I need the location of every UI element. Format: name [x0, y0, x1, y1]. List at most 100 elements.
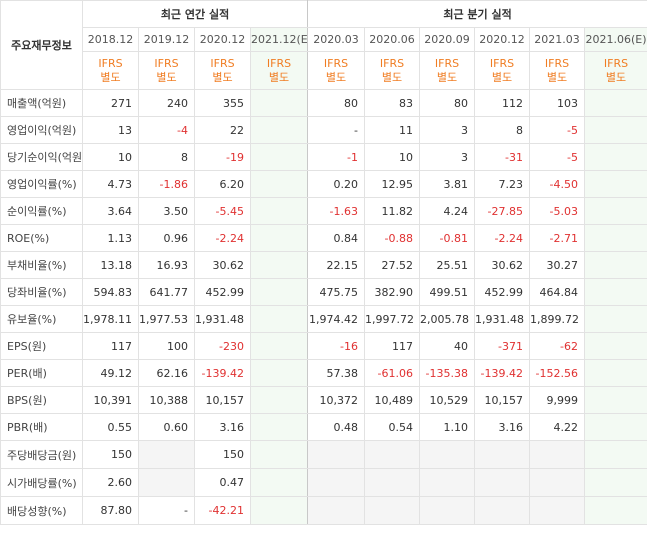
table-cell — [584, 440, 647, 469]
table-cell: 2,005.78 — [419, 305, 476, 333]
table-cell: 4.22 — [529, 413, 586, 441]
row-label: EPS(원) — [0, 332, 83, 360]
table-cell: 1,997.72 — [364, 305, 421, 333]
row-label: 당기순이익(억원) — [0, 143, 83, 171]
row-label: 유보율(%) — [0, 305, 83, 333]
table-cell: -0.81 — [419, 224, 476, 252]
financial-rows: 매출액(억원) 271 240 355 80 83 80 112 103 영업이익(억원) 13 -4… — [0, 89, 647, 525]
table-cell: -2.24 — [194, 224, 251, 252]
ifrs-badge: IFRS 별도 — [584, 51, 647, 90]
table-cell — [249, 332, 309, 360]
table-cell: 4.73 — [82, 170, 139, 198]
table-cell: 0.96 — [138, 224, 195, 252]
ifrs-badge: IFRS 별도 — [419, 51, 476, 90]
table-row: 순이익률(%) 3.64 3.50 -5.45 -1.63 11.82 4.24 -27.85… — [0, 197, 647, 225]
table-cell — [249, 251, 309, 279]
table-cell: 25.51 — [419, 251, 476, 279]
table-row: ROE(%) 1.13 0.96 -2.24 0.84 -0.88 -0.81 -2.24 -2… — [0, 224, 647, 252]
table-cell — [249, 496, 309, 525]
row-label: BPS(원) — [0, 386, 83, 414]
period-label: 2021.06(E) — [584, 27, 647, 52]
table-cell: 1.10 — [419, 413, 476, 441]
row-label: PBR(배) — [0, 413, 83, 441]
row-label: PER(배) — [0, 359, 83, 387]
table-cell — [249, 224, 309, 252]
table-cell — [249, 440, 309, 469]
table-cell — [249, 386, 309, 414]
table-cell: -139.42 — [474, 359, 531, 387]
ifrs-badge: IFRS 별도 — [194, 51, 251, 90]
table-cell: -16 — [307, 332, 366, 360]
table-cell: 11 — [364, 116, 421, 144]
table-cell — [419, 440, 476, 469]
table-row: 부채비율(%) 13.18 16.93 30.62 22.15 27.52 25.51 30.… — [0, 251, 647, 279]
table-cell: 117 — [82, 332, 139, 360]
table-cell: 16.93 — [138, 251, 195, 279]
table-cell: 1.13 — [82, 224, 139, 252]
table-cell — [584, 496, 647, 525]
table-row: PER(배) 49.12 62.16 -139.42 57.38 -61.06 -135.3… — [0, 359, 647, 387]
table-cell — [138, 468, 195, 497]
table-cell: 10,529 — [419, 386, 476, 414]
table-cell: 10 — [82, 143, 139, 171]
table-row: BPS(원) 10,391 10,388 10,157 10,372 10,489 10,5… — [0, 386, 647, 414]
table-cell — [584, 251, 647, 279]
table-cell: 150 — [82, 440, 139, 469]
table-cell: -5 — [529, 143, 586, 171]
table-row: 배당성향(%) 87.80- -42.21 — [0, 496, 647, 525]
table-cell: -152.56 — [529, 359, 586, 387]
table-cell — [584, 468, 647, 497]
table-row: EPS(원) 117 100 -230 -16 117 40 -371 -62 — [0, 332, 647, 360]
table-cell: 464.84 — [529, 278, 586, 306]
table-cell: -0.88 — [364, 224, 421, 252]
table-cell — [584, 224, 647, 252]
table-cell: -1.63 — [307, 197, 366, 225]
table-cell: 1,977.53 — [138, 305, 195, 333]
table-cell: 30.62 — [474, 251, 531, 279]
table-row: 영업이익률(%) 4.73 -1.86 6.20 0.20 12.95 3.81 7.23 -4… — [0, 170, 647, 198]
table-cell: -2.24 — [474, 224, 531, 252]
table-cell — [584, 143, 647, 171]
table-cell — [584, 116, 647, 144]
table-cell: 80 — [419, 89, 476, 117]
table-cell: 1,899.72 — [529, 305, 586, 333]
table-cell: 13 — [82, 116, 139, 144]
table-cell: 499.51 — [419, 278, 476, 306]
table-cell — [138, 440, 195, 469]
table-cell: 4.24 — [419, 197, 476, 225]
table-cell — [249, 197, 309, 225]
table-cell: -5.45 — [194, 197, 251, 225]
ifrs-badge: IFRS 별도 — [529, 51, 586, 90]
row-label: 부채비율(%) — [0, 251, 83, 279]
table-cell: -139.42 — [194, 359, 251, 387]
ifrs-badge: IFRS 별도 — [364, 51, 421, 90]
period-label: 2021.12(E) — [249, 27, 309, 52]
row-label: 매출액(억원) — [0, 89, 83, 117]
table-cell — [249, 143, 309, 171]
table-cell — [584, 89, 647, 117]
table-cell: 3.50 — [138, 197, 195, 225]
table-cell: -230 — [194, 332, 251, 360]
period-label: 2020.12 — [474, 27, 531, 52]
table-cell — [584, 386, 647, 414]
table-cell: 475.75 — [307, 278, 366, 306]
period-label: 2019.12 — [138, 27, 195, 52]
financial-summary-table: 주요재무정보 최근 연간 실적 최근 분기 실적 2018.12 2019.12 2… — [0, 0, 647, 525]
table-cell: 0.55 — [82, 413, 139, 441]
table-cell — [364, 440, 421, 469]
row-label: 배당성향(%) — [0, 496, 83, 525]
table-cell: 30.27 — [529, 251, 586, 279]
table-cell: -31 — [474, 143, 531, 171]
ifrs-header-row: IFRS 별도 IFRS 별도 IFRS 별도 IFRS 별도 IFRS 별도 IFRS 별도 IFRS… — [1, 51, 647, 90]
table-row: 영업이익(억원) 13 -4 22 -11 3 8 -5 — [0, 116, 647, 144]
table-cell — [529, 496, 586, 525]
table-cell: -135.38 — [419, 359, 476, 387]
table-cell: - — [307, 116, 366, 144]
table-cell — [584, 332, 647, 360]
table-cell — [419, 496, 476, 525]
table-cell: 3.64 — [82, 197, 139, 225]
table-cell: 83 — [364, 89, 421, 117]
table-cell: 0.84 — [307, 224, 366, 252]
row-label: 영업이익률(%) — [0, 170, 83, 198]
table-cell: -371 — [474, 332, 531, 360]
